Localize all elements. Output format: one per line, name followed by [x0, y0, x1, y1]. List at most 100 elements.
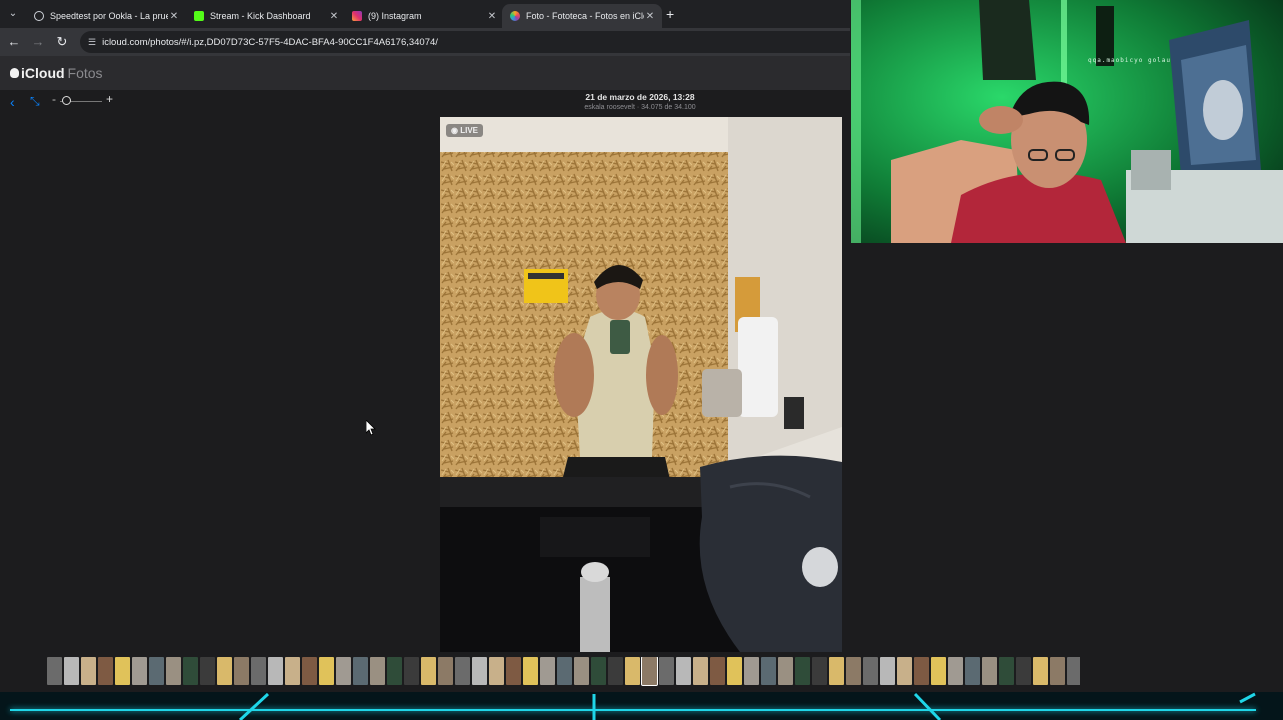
photo-filmstrip[interactable]: [47, 657, 1080, 687]
tab-search-chevron-icon[interactable]: ⌄: [4, 5, 22, 23]
neon-lines-decoration: [238, 692, 1256, 720]
filmstrip-thumbnail[interactable]: [200, 657, 215, 685]
filmstrip-thumbnail[interactable]: [455, 657, 470, 685]
filmstrip-thumbnail[interactable]: [829, 657, 844, 685]
brand-name: iCloud: [21, 65, 65, 81]
filmstrip-thumbnail[interactable]: [234, 657, 249, 685]
close-icon[interactable]: ✕: [644, 11, 656, 22]
forward-arrow-icon[interactable]: →: [30, 34, 46, 50]
icloud-logo[interactable]: iCloud Fotos: [10, 65, 103, 81]
close-icon[interactable]: ✕: [486, 11, 498, 22]
browser-toolbar: ← → ↻ ☰ icloud.com/photos/#/i.pz,DD07D73…: [0, 28, 850, 56]
filmstrip-thumbnail[interactable]: [115, 657, 130, 685]
filmstrip-thumbnail[interactable]: [1033, 657, 1048, 685]
filmstrip-thumbnail[interactable]: [1067, 657, 1080, 685]
filmstrip-thumbnail[interactable]: [625, 657, 640, 685]
speedtest-favicon-icon: [34, 11, 44, 21]
filmstrip-thumbnail[interactable]: [999, 657, 1014, 685]
filmstrip-thumbnail[interactable]: [897, 657, 912, 685]
filmstrip-thumbnail[interactable]: [591, 657, 606, 685]
filmstrip-thumbnail[interactable]: [404, 657, 419, 685]
new-tab-plus-icon[interactable]: +: [666, 6, 674, 22]
filmstrip-thumbnail[interactable]: [846, 657, 861, 685]
filmstrip-thumbnail[interactable]: [965, 657, 980, 685]
filmstrip-thumbnail[interactable]: [523, 657, 538, 685]
filmstrip-thumbnail[interactable]: [217, 657, 232, 685]
chevron-left-icon[interactable]: ‹: [10, 94, 15, 110]
filmstrip-thumbnail[interactable]: [268, 657, 283, 685]
live-label: LIVE: [460, 126, 478, 135]
filmstrip-thumbnail[interactable]: [132, 657, 147, 685]
filmstrip-thumbnail[interactable]: [880, 657, 895, 685]
filmstrip-thumbnail[interactable]: [166, 657, 181, 685]
expand-icon[interactable]: ⤡: [30, 94, 40, 109]
zoom-in-icon[interactable]: +: [106, 92, 113, 106]
filmstrip-thumbnail[interactable]: [370, 657, 385, 685]
mirror-selfie-illustration: [440, 117, 842, 652]
tab-speedtest[interactable]: Speedtest por Ookla - La prueb ✕: [26, 4, 186, 28]
site-info-icon[interactable]: ☰: [88, 37, 96, 48]
filmstrip-thumbnail[interactable]: [149, 657, 164, 685]
instagram-favicon-icon: [352, 11, 362, 21]
photos-favicon-icon: [510, 11, 520, 21]
app-section-name: Fotos: [67, 65, 103, 81]
filmstrip-thumbnail[interactable]: [251, 657, 266, 685]
filmstrip-thumbnail[interactable]: [982, 657, 997, 685]
photo-date: 21 de marzo de 2026, 13:28: [585, 92, 695, 102]
filmstrip-thumbnail[interactable]: [744, 657, 759, 685]
live-photo-badge[interactable]: ◉ LIVE: [446, 124, 483, 137]
filmstrip-thumbnail[interactable]: [693, 657, 708, 685]
filmstrip-thumbnail[interactable]: [761, 657, 776, 685]
zoom-out-icon[interactable]: -: [52, 92, 56, 106]
filmstrip-thumbnail[interactable]: [285, 657, 300, 685]
filmstrip-thumbnail[interactable]: [472, 657, 487, 685]
filmstrip-thumbnail[interactable]: [931, 657, 946, 685]
filmstrip-thumbnail[interactable]: [183, 657, 198, 685]
filmstrip-thumbnail[interactable]: [319, 657, 334, 685]
filmstrip-thumbnail[interactable]: [47, 657, 62, 685]
filmstrip-thumbnail[interactable]: [64, 657, 79, 685]
filmstrip-thumbnail[interactable]: [557, 657, 572, 685]
filmstrip-thumbnail[interactable]: [710, 657, 725, 685]
filmstrip-thumbnail[interactable]: [1016, 657, 1031, 685]
filmstrip-thumbnail[interactable]: [659, 657, 674, 685]
tab-title: Stream - Kick Dashboard: [210, 11, 311, 21]
filmstrip-thumbnail[interactable]: [795, 657, 810, 685]
filmstrip-thumbnail[interactable]: [81, 657, 96, 685]
filmstrip-thumbnail[interactable]: [421, 657, 436, 685]
filmstrip-thumbnail[interactable]: [387, 657, 402, 685]
filmstrip-thumbnail[interactable]: [506, 657, 521, 685]
neon-horizontal-line: [10, 709, 1256, 711]
kick-favicon-icon: [194, 11, 204, 21]
filmstrip-thumbnail[interactable]: [641, 657, 658, 686]
mouse-cursor-icon: [366, 420, 376, 436]
filmstrip-thumbnail[interactable]: [336, 657, 351, 685]
filmstrip-thumbnail[interactable]: [1050, 657, 1065, 685]
filmstrip-thumbnail[interactable]: [302, 657, 317, 685]
filmstrip-thumbnail[interactable]: [540, 657, 555, 685]
filmstrip-thumbnail[interactable]: [727, 657, 742, 685]
poster-text: qqa.maobicyo golau: [1088, 57, 1172, 64]
filmstrip-thumbnail[interactable]: [863, 657, 878, 685]
filmstrip-thumbnail[interactable]: [676, 657, 691, 685]
address-bar[interactable]: ☰ icloud.com/photos/#/i.pz,DD07D73C-57F5…: [80, 31, 850, 53]
filmstrip-thumbnail[interactable]: [574, 657, 589, 685]
filmstrip-thumbnail[interactable]: [948, 657, 963, 685]
tab-kick-dashboard[interactable]: Stream - Kick Dashboard ✕: [186, 4, 346, 28]
close-icon[interactable]: ✕: [328, 11, 340, 22]
back-arrow-icon[interactable]: ←: [6, 34, 22, 50]
filmstrip-thumbnail[interactable]: [778, 657, 793, 685]
filmstrip-thumbnail[interactable]: [353, 657, 368, 685]
filmstrip-thumbnail[interactable]: [608, 657, 623, 685]
tab-instagram[interactable]: (9) Instagram ✕: [344, 4, 504, 28]
zoom-slider-knob[interactable]: [62, 96, 71, 105]
filmstrip-thumbnail[interactable]: [98, 657, 113, 685]
filmstrip-thumbnail[interactable]: [914, 657, 929, 685]
close-icon[interactable]: ✕: [168, 11, 180, 22]
tab-title: (9) Instagram: [368, 11, 422, 21]
reload-icon[interactable]: ↻: [54, 34, 70, 50]
filmstrip-thumbnail[interactable]: [489, 657, 504, 685]
filmstrip-thumbnail[interactable]: [438, 657, 453, 685]
filmstrip-thumbnail[interactable]: [812, 657, 827, 685]
tab-icloud-photos[interactable]: Foto - Fototeca - Fotos en iClo ✕: [502, 4, 662, 28]
